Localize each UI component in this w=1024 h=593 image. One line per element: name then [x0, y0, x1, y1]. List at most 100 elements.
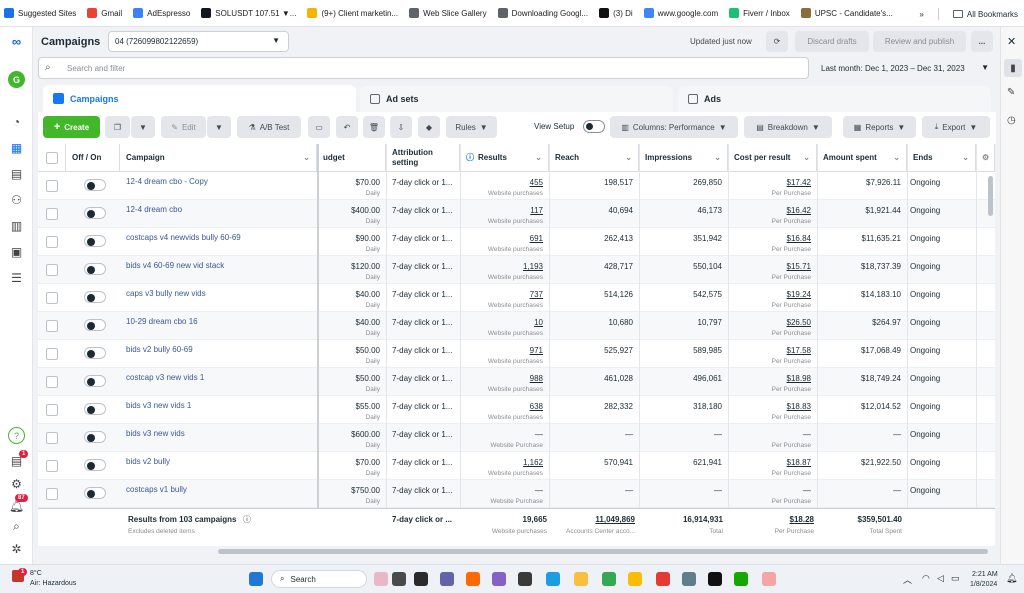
results-value[interactable]: —: [535, 430, 543, 439]
row-checkbox[interactable]: [46, 236, 58, 248]
cpr-value[interactable]: $18.98: [787, 374, 811, 383]
campaign-toggle[interactable]: [84, 459, 106, 471]
export-button[interactable]: ⤓ Export ▼: [922, 116, 990, 138]
search-filter-bar[interactable]: ⌕ Search and filter: [38, 57, 809, 79]
column-settings-icon[interactable]: ⚙: [976, 144, 995, 172]
dashboard-icon[interactable]: ◔: [8, 113, 25, 130]
edge-icon[interactable]: [546, 572, 560, 586]
table-row[interactable]: bids v4 60-69 new vid stack 7-day click o…: [38, 256, 995, 284]
anydesk-icon[interactable]: [656, 572, 670, 586]
vertical-scrollbar[interactable]: [988, 176, 993, 216]
bookmark-item[interactable]: (3) Di: [599, 8, 633, 18]
campaigns-table-icon[interactable]: ▦: [8, 139, 25, 156]
table-row[interactable]: bids v3 new vids 7-day click or 1... $600.…: [38, 424, 995, 452]
capcut-icon[interactable]: [708, 572, 722, 586]
campaign-name-link[interactable]: 12-4 dream cbo - Copy: [126, 177, 208, 186]
table-row[interactable]: costcaps v4 newvids bully 60-69 7-day cli…: [38, 228, 995, 256]
campaign-toggle[interactable]: [84, 375, 106, 387]
header-budget[interactable]: udget: [317, 144, 386, 172]
campaign-toggle[interactable]: [84, 235, 106, 247]
campaign-toggle[interactable]: [84, 291, 106, 303]
avatar[interactable]: G: [8, 71, 25, 88]
clipboard-button[interactable]: ▭: [308, 116, 330, 138]
bookmark-item[interactable]: (9+) Client marketin...: [307, 8, 398, 18]
row-checkbox[interactable]: [46, 348, 58, 360]
header-reach[interactable]: Reach ⌄: [549, 144, 639, 172]
table-row[interactable]: 12-4 dream cbo - Copy 7-day click or 1...…: [38, 172, 995, 200]
campaign-name-link[interactable]: 12-4 dream cbo: [126, 205, 182, 214]
table-row[interactable]: 10-29 dream cbo 16 7-day click or 1... $40…: [38, 312, 995, 340]
file-explorer-icon[interactable]: [574, 572, 588, 586]
rules-button[interactable]: Rules ▼: [446, 116, 497, 138]
wifi-icon[interactable]: ◠: [922, 573, 930, 584]
table-row[interactable]: bids v3 new vids 1 7-day click or 1... $55…: [38, 396, 995, 424]
table-row[interactable]: costcaps v1 bully 7-day click or 1... $750…: [38, 480, 995, 508]
preview-button[interactable]: ⇩: [390, 116, 412, 138]
campaign-toggle[interactable]: [84, 347, 106, 359]
history-icon[interactable]: ◷: [1007, 115, 1016, 126]
totals-reach[interactable]: 11,049,869: [595, 515, 635, 524]
campaign-name-link[interactable]: bids v3 new vids 1: [126, 401, 191, 410]
discard-drafts-button[interactable]: Discard drafts: [795, 31, 869, 52]
cpr-value[interactable]: $18.87: [787, 458, 811, 467]
catalog-icon[interactable]: ▥: [8, 217, 25, 234]
columns-button[interactable]: ▥ Columns: Performance ▼: [610, 116, 738, 138]
more-options-button[interactable]: ...: [971, 31, 993, 52]
table-row[interactable]: bids v2 bully 7-day click or 1... $70.00 Da…: [38, 452, 995, 480]
chevron-more-icon[interactable]: »: [919, 10, 923, 19]
results-value[interactable]: 638: [530, 402, 543, 411]
header-results[interactable]: ⓘ Results ⌄: [460, 144, 549, 172]
bookmark-item[interactable]: SOLUSDT 107.51 ▼...: [201, 8, 296, 18]
campaign-name-link[interactable]: costcaps v1 bully: [126, 485, 187, 494]
row-checkbox[interactable]: [46, 460, 58, 472]
results-value[interactable]: 1,162: [523, 458, 543, 467]
bookmark-item[interactable]: UPSC - Candidate's...: [800, 8, 893, 18]
campaign-name-link[interactable]: bids v3 new vids: [126, 429, 185, 438]
tab-campaigns[interactable]: Campaigns: [43, 85, 356, 112]
snipping-tool-icon[interactable]: [762, 572, 776, 586]
bookmark-item[interactable]: AdEspresso: [133, 8, 190, 18]
tab-ads[interactable]: Ads: [678, 86, 991, 112]
campaign-name-link[interactable]: costcap v3 new vids 1: [126, 373, 204, 382]
results-value[interactable]: 455: [530, 178, 543, 187]
campaign-toggle[interactable]: [84, 207, 106, 219]
tab-adsets[interactable]: Ad sets: [360, 86, 673, 112]
menu-icon[interactable]: ☰: [8, 269, 25, 286]
ab-test-button[interactable]: ⚗ A/B Test: [237, 116, 301, 138]
campaign-toggle[interactable]: [84, 431, 106, 443]
app-icon-1[interactable]: [374, 572, 388, 586]
duplicate-button[interactable]: ❐: [105, 116, 130, 138]
cpr-value[interactable]: $16.42: [787, 206, 811, 215]
row-checkbox[interactable]: [46, 208, 58, 220]
campaign-toggle[interactable]: [84, 179, 106, 191]
select-all-checkbox[interactable]: [46, 152, 58, 164]
cpr-value[interactable]: $19.24: [787, 290, 811, 299]
chrome-profile-icon[interactable]: [628, 572, 642, 586]
duplicate-dropdown[interactable]: ▼: [131, 116, 155, 138]
campaign-name-link[interactable]: bids v2 bully 60-69: [126, 345, 193, 354]
results-value[interactable]: 117: [530, 206, 543, 215]
campaign-toggle[interactable]: [84, 319, 106, 331]
table-row[interactable]: 12-4 dream cbo 7-day click or 1... $400.00…: [38, 200, 995, 228]
bookmark-item[interactable]: Web Slice Gallery: [409, 8, 487, 18]
results-value[interactable]: 988: [530, 374, 543, 383]
app-icon-2[interactable]: [392, 572, 406, 586]
meta-logo-icon[interactable]: ∞: [8, 33, 25, 50]
cpr-value[interactable]: $26.50: [787, 318, 811, 327]
chevron-up-icon[interactable]: ︿: [903, 573, 912, 586]
edit-dropdown[interactable]: ▼: [207, 116, 231, 138]
header-cpr[interactable]: Cost per result ⌄: [728, 144, 817, 172]
results-value[interactable]: 737: [530, 290, 543, 299]
header-attribution[interactable]: Attribution setting: [386, 144, 460, 172]
view-setup-toggle[interactable]: [583, 120, 605, 133]
breakdown-button[interactable]: ▤ Breakdown ▼: [744, 116, 832, 138]
visual-studio-icon[interactable]: [492, 572, 506, 586]
campaign-name-link[interactable]: bids v4 60-69 new vid stack: [126, 261, 224, 270]
results-value[interactable]: 971: [530, 346, 543, 355]
taskbar-search[interactable]: ⌕ Search: [271, 570, 367, 588]
account-selector[interactable]: 04 (726099802122659) ▼: [108, 31, 289, 52]
table-row[interactable]: caps v3 bully new vids 7-day click or 1..…: [38, 284, 995, 312]
reports-button[interactable]: ▦ Reports ▼: [843, 116, 916, 138]
chrome-icon[interactable]: [602, 572, 616, 586]
help-icon[interactable]: ?: [8, 427, 25, 444]
